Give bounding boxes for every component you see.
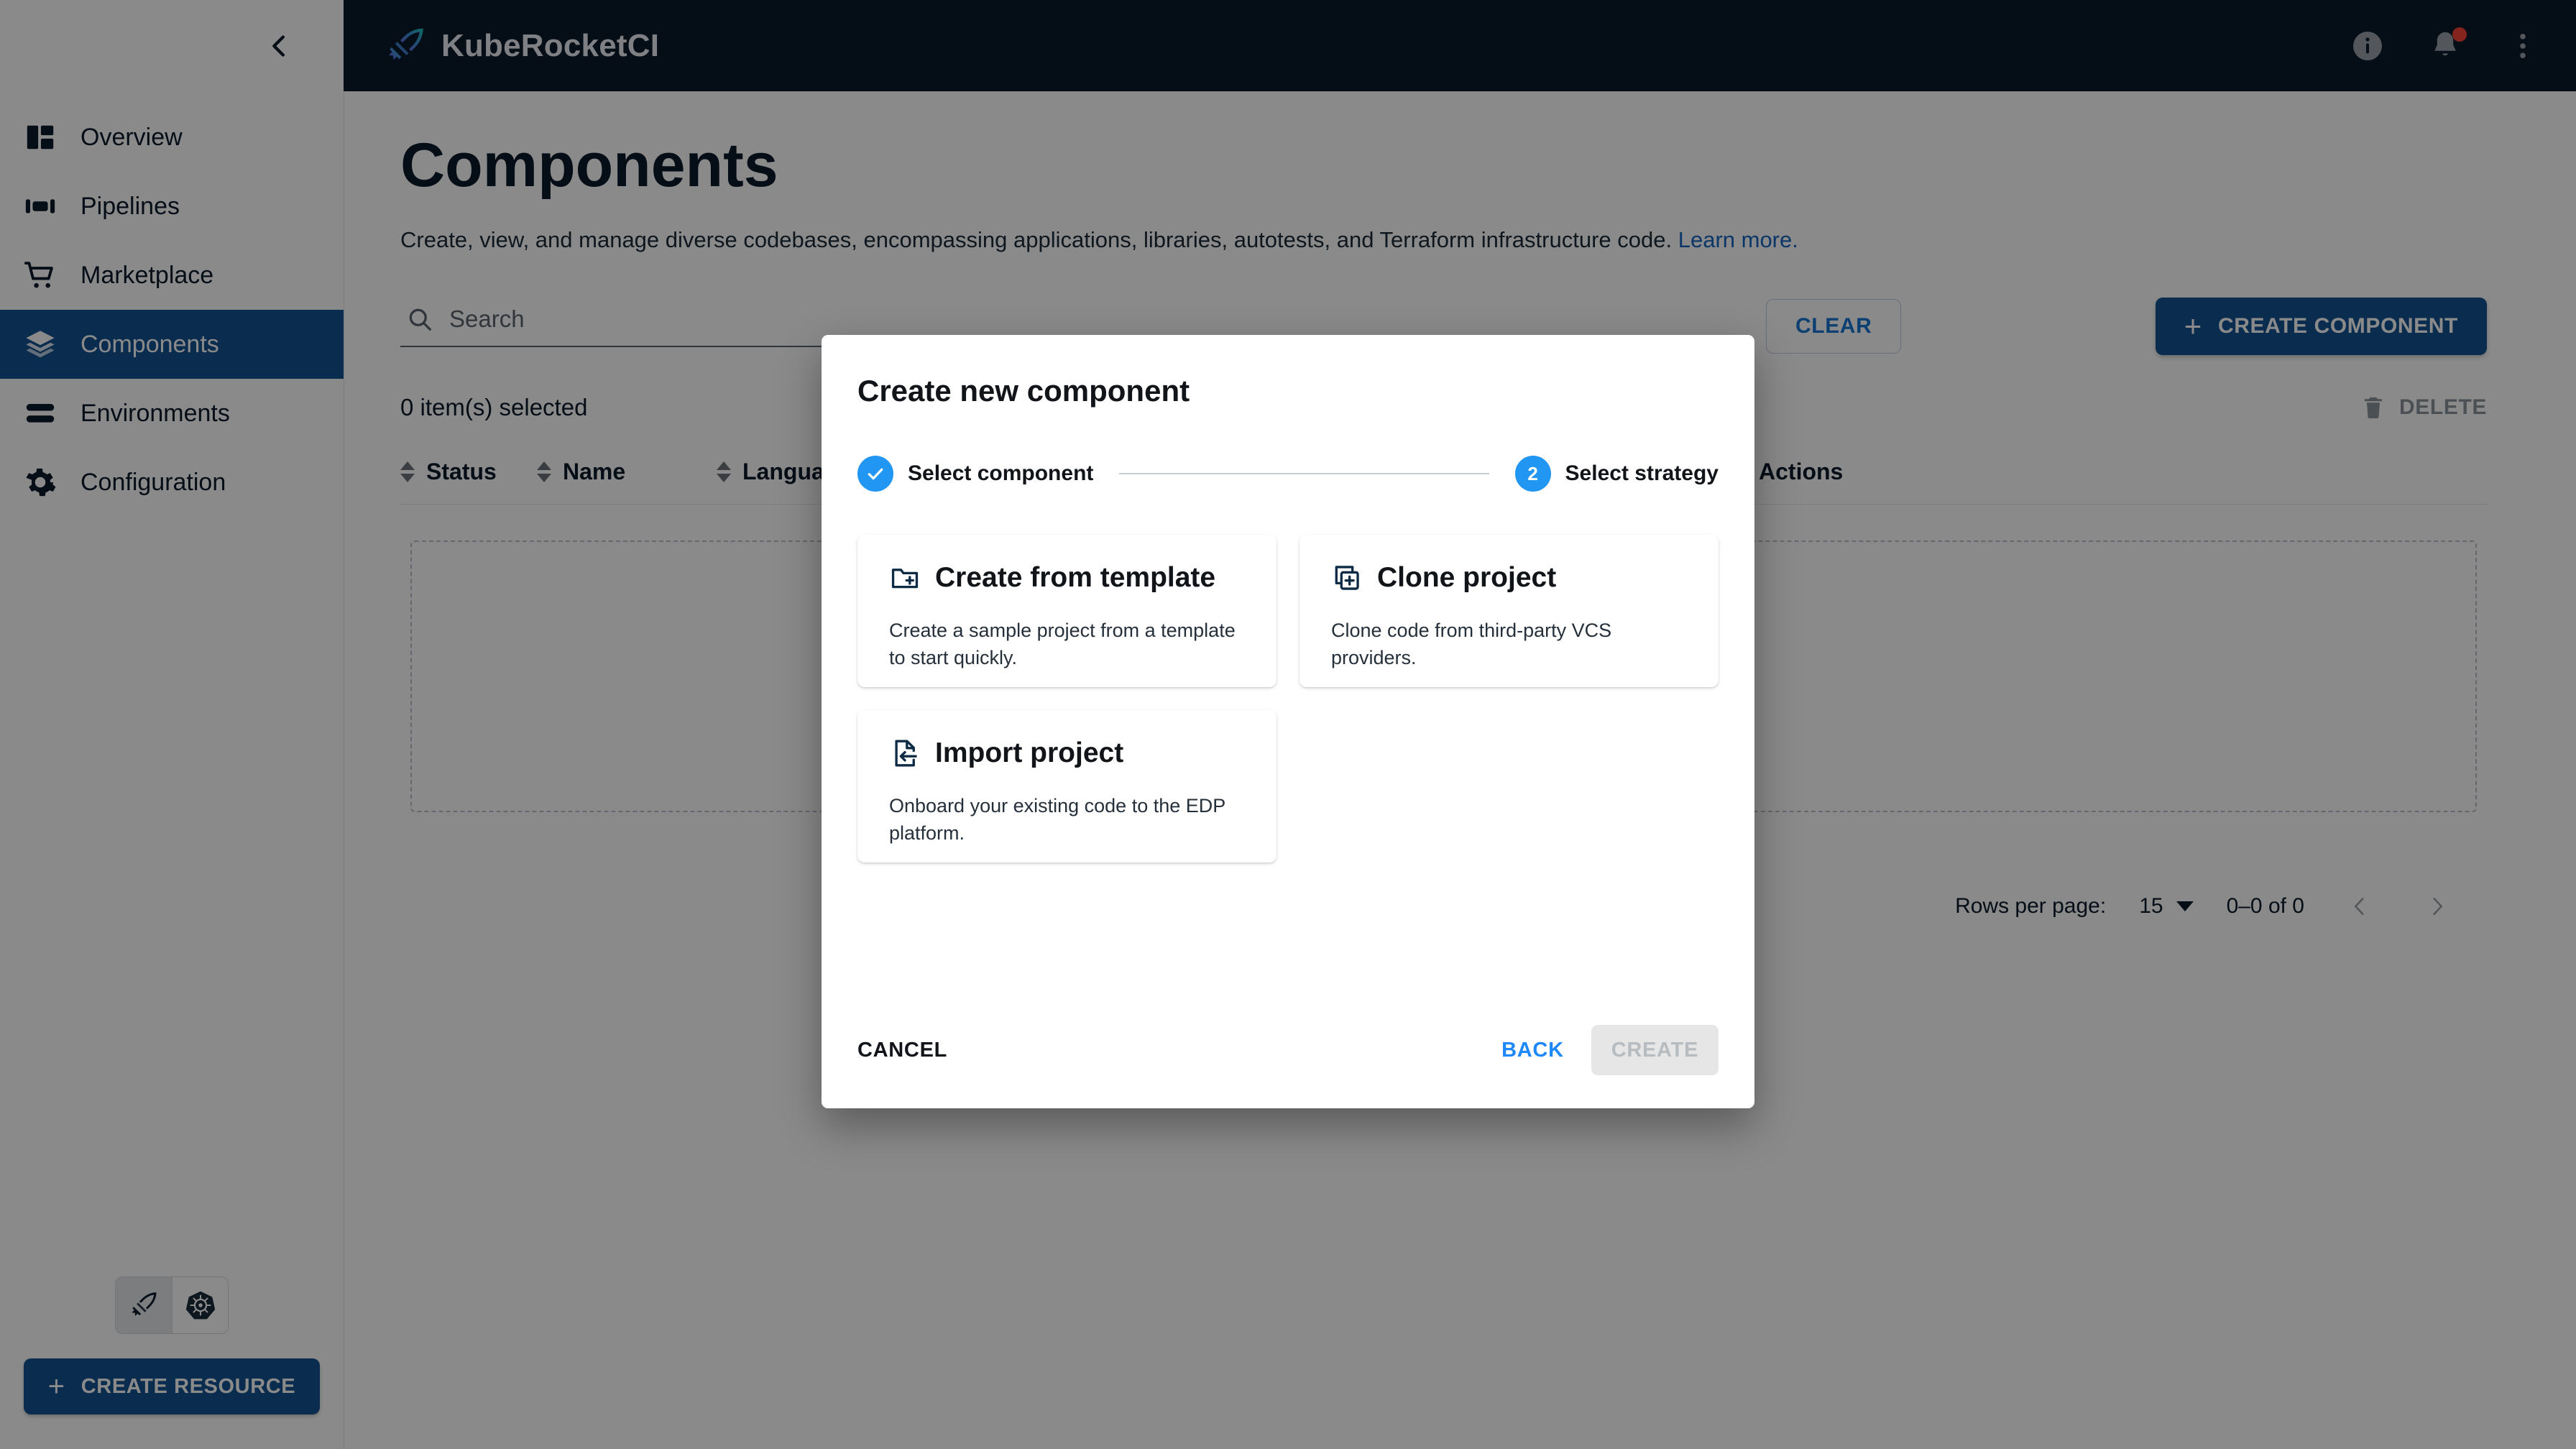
- dialog-stepper: Select component 2 Select strategy: [857, 456, 1719, 492]
- step-select-component[interactable]: Select component: [857, 456, 1093, 492]
- card-header: Import project: [889, 737, 1245, 769]
- dialog-title: Create new component: [857, 374, 1190, 408]
- step-label: Select strategy: [1565, 461, 1719, 485]
- card-description: Clone code from third-party VCS provider…: [1331, 620, 1612, 669]
- step-label: Select component: [908, 461, 1094, 485]
- cancel-button[interactable]: CANCEL: [857, 1025, 967, 1075]
- strategy-card-clone-project[interactable]: Clone project Clone code from third-part…: [1300, 535, 1719, 687]
- folder-plus-icon: [889, 562, 921, 594]
- dialog-actions: CANCEL BACK CREATE: [857, 1025, 1719, 1108]
- create-button[interactable]: CREATE: [1591, 1025, 1719, 1075]
- step-number: 2: [1514, 456, 1551, 492]
- strategy-card-grid: Create from template Create a sample pro…: [857, 535, 1719, 862]
- step-select-strategy[interactable]: 2 Select strategy: [1514, 456, 1719, 492]
- card-title: Create from template: [935, 562, 1216, 593]
- step-completed-icon: [857, 456, 893, 492]
- back-button[interactable]: BACK: [1481, 1025, 1584, 1075]
- create-component-dialog: Create new component Select component 2 …: [822, 335, 1754, 1108]
- check-icon: [868, 468, 883, 480]
- app-root: Overview Pipelines Marketplace Component…: [0, 0, 2576, 1449]
- copy-plus-icon: [1331, 562, 1363, 594]
- card-description: Create a sample project from a template …: [889, 620, 1236, 669]
- card-description: Onboard your existing code to the EDP pl…: [889, 795, 1225, 845]
- strategy-card-create-from-template[interactable]: Create from template Create a sample pro…: [857, 535, 1276, 687]
- card-title: Import project: [935, 737, 1124, 768]
- step-connector: [1119, 473, 1489, 474]
- card-header: Clone project: [1331, 562, 1687, 594]
- card-header: Create from template: [889, 562, 1245, 594]
- strategy-card-import-project[interactable]: Import project Onboard your existing cod…: [857, 710, 1276, 862]
- card-title: Clone project: [1377, 562, 1557, 593]
- file-import-icon: [889, 737, 921, 769]
